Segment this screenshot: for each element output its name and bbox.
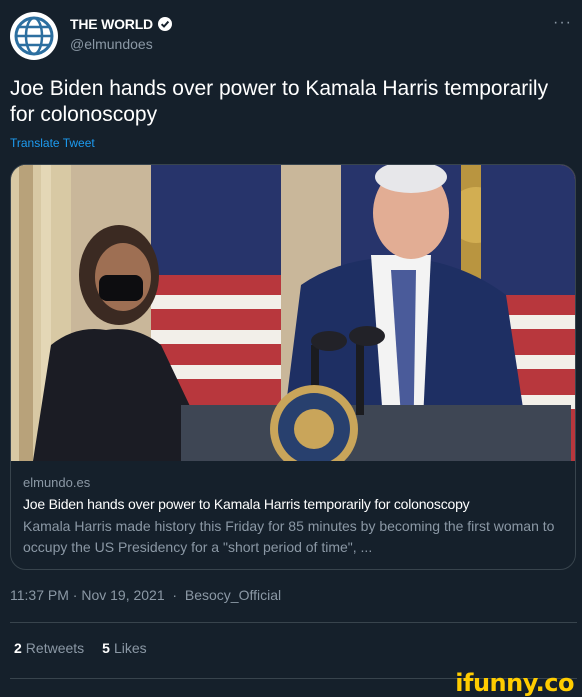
card-image <box>11 165 575 461</box>
more-options-icon[interactable]: ··· <box>553 14 572 32</box>
tweet-time[interactable]: 11:37 PM <box>10 587 69 603</box>
tweet-header: THE WORLD @elmundoes ··· <box>10 12 572 62</box>
globe-icon <box>14 16 54 56</box>
likes-count: 5 <box>102 640 110 656</box>
likes-label: Likes <box>113 640 147 656</box>
retweets-label: Retweets <box>25 640 85 656</box>
tweet-text: Joe Biden hands over power to Kamala Har… <box>10 77 549 126</box>
card-title: Joe Biden hands over power to Kamala Har… <box>23 496 470 512</box>
tweet-date[interactable]: Nov 19, 2021 <box>81 587 164 603</box>
user-handle[interactable]: @elmundoes <box>70 36 173 52</box>
press-briefing-photo <box>11 165 575 461</box>
likes-stat[interactable]: 5 Likes <box>102 640 146 656</box>
display-name[interactable]: THE WORLD <box>70 16 153 32</box>
retweets-count: 2 <box>14 640 22 656</box>
verified-badge-icon <box>157 17 172 31</box>
tweet-stats: 2 Retweets 5 Likes <box>14 640 147 656</box>
divider <box>10 622 577 623</box>
translate-tweet-link[interactable]: Translate Tweet <box>10 136 95 150</box>
tweet-meta: 11:37 PM · Nov 19, 2021 · Besocy_Officia… <box>10 587 281 603</box>
ifunny-watermark: ifunny.co <box>455 669 574 697</box>
card-domain: elmundo.es <box>23 475 91 490</box>
card-description: Kamala Harris made history this Friday f… <box>23 518 555 555</box>
tweet-source[interactable]: Besocy_Official <box>185 587 281 603</box>
meta-separator: · <box>168 587 185 603</box>
retweets-stat[interactable]: 2 Retweets <box>14 640 84 656</box>
link-card[interactable]: elmundo.es Joe Biden hands over power to… <box>10 164 576 570</box>
avatar[interactable] <box>10 12 58 60</box>
